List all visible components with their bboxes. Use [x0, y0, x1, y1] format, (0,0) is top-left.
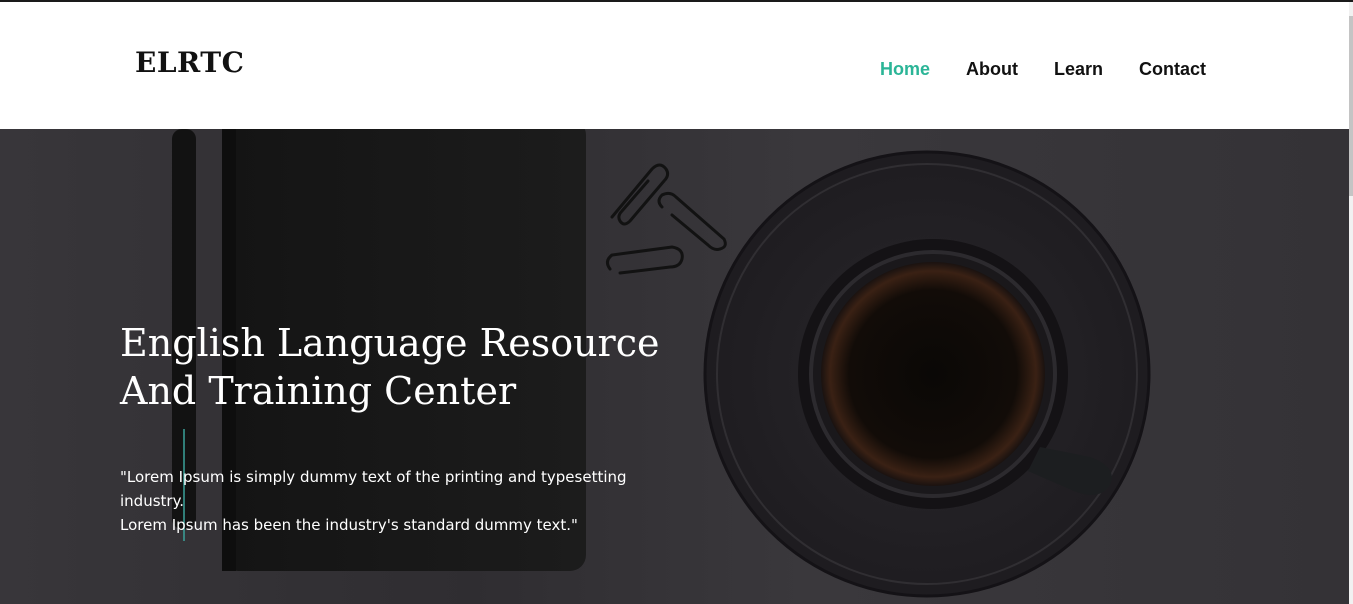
hero-banner: English Language Resource And Training C… — [0, 129, 1349, 604]
hero-title: English Language Resource And Training C… — [120, 319, 720, 415]
main-nav: Home About Learn Contact — [880, 59, 1242, 80]
hero-description-line1: "Lorem Ipsum is simply dummy text of the… — [120, 468, 627, 510]
hero-title-line2: And Training Center — [120, 369, 517, 413]
site-logo[interactable]: ELRTC — [135, 46, 244, 79]
hero-description-line2: Lorem Ipsum has been the industry's stan… — [120, 516, 578, 534]
nav-item-home[interactable]: Home — [880, 59, 930, 80]
paperclips-illustration — [605, 163, 727, 275]
nav-item-about[interactable]: About — [966, 59, 1018, 80]
navbar: ELRTC Home About Learn Contact — [0, 2, 1349, 129]
hero-title-line1: English Language Resource — [120, 321, 660, 365]
scrollbar-thumb[interactable] — [1349, 16, 1353, 196]
page-scrollbar[interactable] — [1349, 2, 1353, 604]
page: ELRTC Home About Learn Contact English L… — [0, 0, 1353, 604]
hero-description: "Lorem Ipsum is simply dummy text of the… — [120, 465, 680, 537]
nav-item-learn[interactable]: Learn — [1054, 59, 1103, 80]
nav-item-contact[interactable]: Contact — [1139, 59, 1206, 80]
